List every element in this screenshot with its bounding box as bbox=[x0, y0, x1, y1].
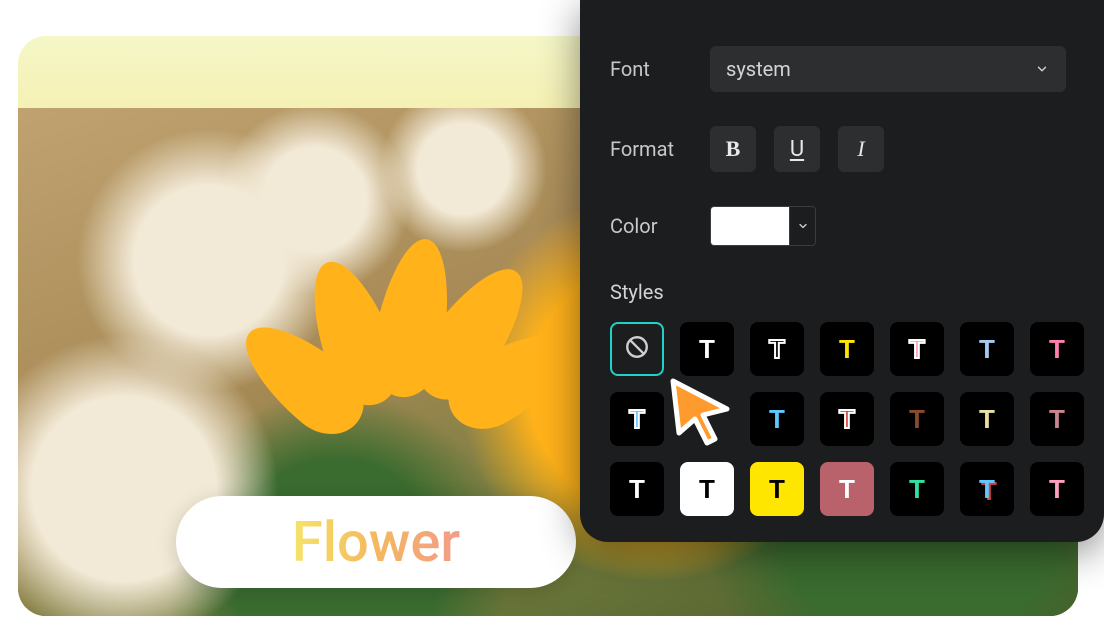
style-glyph: T bbox=[769, 476, 785, 502]
font-select[interactable]: system bbox=[710, 46, 1066, 92]
style-glyph: T bbox=[979, 476, 995, 502]
color-row: Color bbox=[610, 206, 1066, 246]
style-tile-cyan[interactable]: T bbox=[750, 392, 804, 446]
style-tile-black-on-yellow[interactable]: T bbox=[750, 462, 804, 516]
style-glyph: T bbox=[769, 336, 785, 362]
style-glyph: T bbox=[699, 476, 715, 502]
style-tile-white-solid[interactable]: T bbox=[680, 322, 734, 376]
style-tile-white-on-rose[interactable]: T bbox=[820, 462, 874, 516]
italic-button[interactable]: I bbox=[838, 126, 884, 172]
text-overlay-content: Flower bbox=[292, 509, 460, 575]
style-glyph: T bbox=[839, 406, 855, 432]
style-tile-pink-gradient[interactable]: T bbox=[1030, 322, 1084, 376]
style-tile-none[interactable] bbox=[610, 322, 664, 376]
style-tile-pink-plain[interactable]: T bbox=[1030, 462, 1084, 516]
bold-button[interactable]: B bbox=[710, 126, 756, 172]
style-tile-black-on-white[interactable]: T bbox=[680, 462, 734, 516]
style-glyph: T bbox=[1049, 476, 1065, 502]
style-tile-blue-red[interactable]: T bbox=[960, 462, 1014, 516]
style-glyph: T bbox=[909, 476, 925, 502]
font-label: Font bbox=[610, 57, 710, 81]
format-row: Format B U I bbox=[610, 126, 1066, 172]
style-tile-light-blue[interactable]: T bbox=[960, 322, 1014, 376]
style-glyph: T bbox=[699, 336, 715, 362]
style-glyph: T bbox=[1049, 336, 1065, 362]
style-tile-red-out[interactable]: T bbox=[820, 392, 874, 446]
style-tile-white-on-black[interactable]: T bbox=[610, 462, 664, 516]
text-overlay-pill[interactable]: Flower bbox=[176, 496, 576, 588]
style-tile-green[interactable]: T bbox=[890, 462, 944, 516]
style-glyph: T bbox=[629, 476, 645, 502]
format-label: Format bbox=[610, 137, 710, 161]
style-tile-cream[interactable]: T bbox=[960, 392, 1014, 446]
styles-grid: T T T T T T T T T T T T T T T T T T T bbox=[610, 322, 1066, 516]
style-tile-rose[interactable]: T bbox=[1030, 392, 1084, 446]
style-glyph: T bbox=[769, 406, 785, 432]
style-glyph: T bbox=[979, 406, 995, 432]
style-glyph: T bbox=[1049, 406, 1065, 432]
style-tile-yellow[interactable]: T bbox=[820, 322, 874, 376]
font-value: system bbox=[726, 57, 791, 81]
font-row: Font system bbox=[610, 46, 1066, 92]
chevron-down-icon bbox=[1034, 61, 1050, 77]
style-glyph: T bbox=[629, 406, 645, 432]
style-tile-sky-out[interactable]: T bbox=[610, 392, 664, 446]
style-tile-white-outline[interactable]: T bbox=[750, 322, 804, 376]
none-icon bbox=[624, 334, 650, 365]
style-glyph: T bbox=[839, 336, 855, 362]
style-tile-pink-out[interactable]: T bbox=[890, 322, 944, 376]
style-glyph: T bbox=[909, 336, 925, 362]
color-swatch bbox=[711, 207, 789, 245]
color-label: Color bbox=[610, 214, 710, 238]
underline-button[interactable]: U bbox=[774, 126, 820, 172]
chevron-down-icon bbox=[789, 207, 815, 245]
style-tile-brown[interactable]: T bbox=[890, 392, 944, 446]
color-picker[interactable] bbox=[710, 206, 816, 246]
style-glyph: T bbox=[839, 476, 855, 502]
style-glyph: T bbox=[909, 406, 925, 432]
styles-label: Styles bbox=[610, 280, 1066, 304]
style-glyph: T bbox=[979, 336, 995, 362]
text-properties-panel: Font system Format B U I Color Styles TT… bbox=[580, 0, 1104, 542]
